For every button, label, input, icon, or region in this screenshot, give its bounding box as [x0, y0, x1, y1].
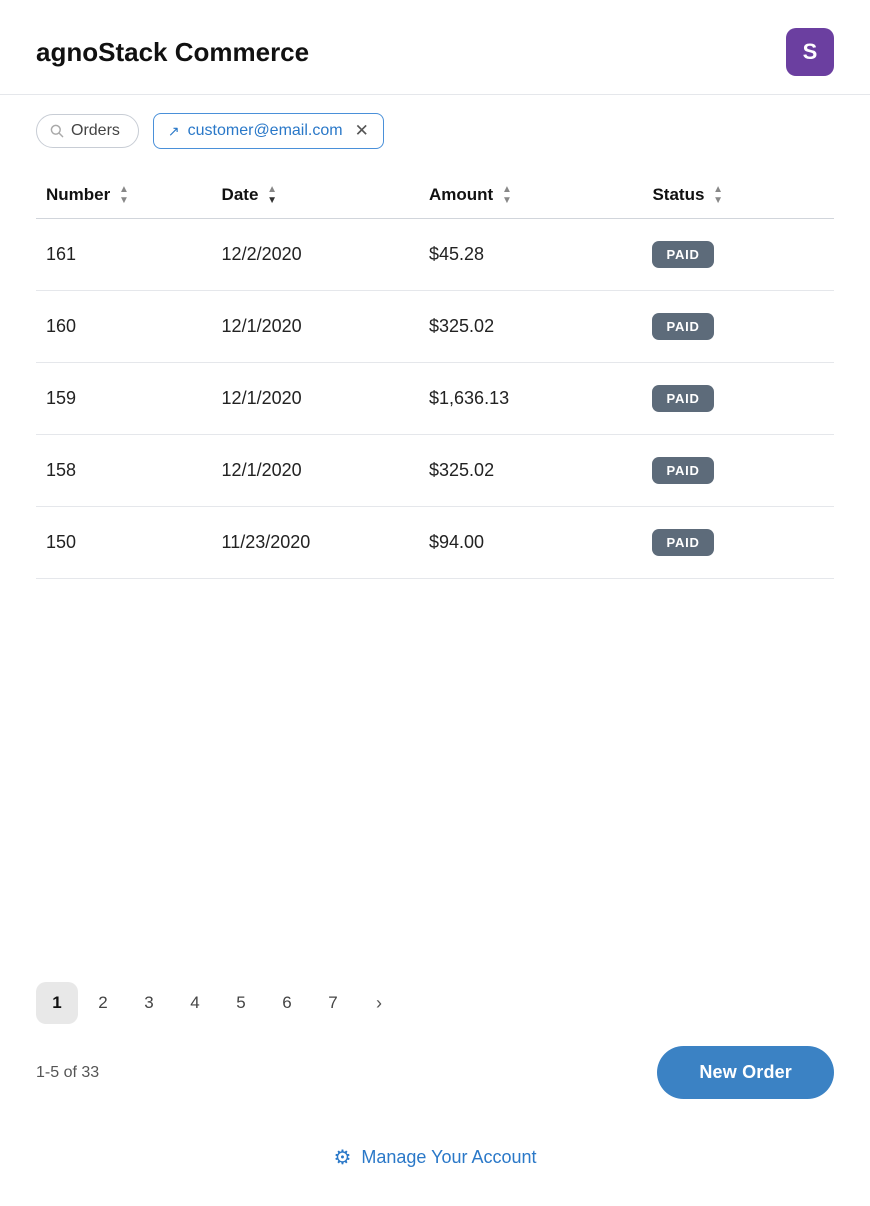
cell-date: 12/1/2020 — [212, 363, 419, 435]
table-body: 161 12/2/2020 $45.28 PAID 160 12/1/2020 … — [36, 219, 834, 579]
cell-status: PAID — [642, 291, 834, 363]
status-badge: PAID — [652, 241, 713, 268]
table-row[interactable]: 150 11/23/2020 $94.00 PAID — [36, 507, 834, 579]
table-row[interactable]: 160 12/1/2020 $325.02 PAID — [36, 291, 834, 363]
sort-icon-amount: ▲ ▼ — [502, 185, 512, 206]
page-button-4[interactable]: 4 — [174, 982, 216, 1024]
cell-amount: $94.00 — [419, 507, 642, 579]
manage-account-link[interactable]: Manage Your Account — [361, 1147, 536, 1168]
cell-amount: $325.02 — [419, 291, 642, 363]
cell-date: 12/2/2020 — [212, 219, 419, 291]
page-button-6[interactable]: 6 — [266, 982, 308, 1024]
toolbar: Orders ↗ customer@email.com ✕ — [0, 95, 870, 159]
avatar-letter: S — [803, 39, 818, 65]
results-count: 1-5 of 33 — [36, 1064, 99, 1082]
cell-status: PAID — [642, 219, 834, 291]
sort-icon-number: ▲ ▼ — [119, 185, 129, 206]
table-row[interactable]: 161 12/2/2020 $45.28 PAID — [36, 219, 834, 291]
app-title: agnoStack Commerce — [36, 37, 309, 68]
col-header-status[interactable]: Status ▲ ▼ — [642, 169, 834, 219]
col-header-number[interactable]: Number ▲ ▼ — [36, 169, 212, 219]
cell-number: 159 — [36, 363, 212, 435]
external-link-icon: ↗ — [168, 123, 180, 140]
cell-number: 160 — [36, 291, 212, 363]
search-icon — [49, 123, 65, 139]
status-badge: PAID — [652, 313, 713, 340]
customer-email-pill[interactable]: ↗ customer@email.com ✕ — [153, 113, 384, 149]
manage-account-section: ⚙ Manage Your Account — [0, 1121, 870, 1206]
cell-status: PAID — [642, 507, 834, 579]
app-container: agnoStack Commerce S Orders ↗ customer@e… — [0, 0, 870, 1206]
status-badge: PAID — [652, 529, 713, 556]
search-label: Orders — [71, 122, 120, 140]
page-button-3[interactable]: 3 — [128, 982, 170, 1024]
col-header-date[interactable]: Date ▲ ▼ — [212, 169, 419, 219]
sort-icon-date: ▲ ▼ — [267, 185, 277, 206]
page-button-1[interactable]: 1 — [36, 982, 78, 1024]
close-icon[interactable]: ✕ — [355, 121, 369, 141]
page-button-2[interactable]: 2 — [82, 982, 124, 1024]
status-badge: PAID — [652, 457, 713, 484]
page-button-7[interactable]: 7 — [312, 982, 354, 1024]
sort-icon-status: ▲ ▼ — [713, 185, 723, 206]
status-badge: PAID — [652, 385, 713, 412]
footer-row: 1-5 of 33 New Order — [0, 1032, 870, 1121]
pagination-next-button[interactable]: › — [358, 982, 400, 1024]
col-header-amount[interactable]: Amount ▲ ▼ — [419, 169, 642, 219]
cell-amount: $1,636.13 — [419, 363, 642, 435]
cell-status: PAID — [642, 363, 834, 435]
page-button-5[interactable]: 5 — [220, 982, 262, 1024]
cell-date: 12/1/2020 — [212, 435, 419, 507]
cell-amount: $325.02 — [419, 435, 642, 507]
cell-number: 150 — [36, 507, 212, 579]
table-row[interactable]: 158 12/1/2020 $325.02 PAID — [36, 435, 834, 507]
pagination: 1234567› — [0, 964, 870, 1032]
cell-status: PAID — [642, 435, 834, 507]
cell-date: 12/1/2020 — [212, 291, 419, 363]
gear-icon: ⚙ — [333, 1145, 351, 1170]
new-order-button[interactable]: New Order — [657, 1046, 834, 1099]
cell-number: 158 — [36, 435, 212, 507]
cell-number: 161 — [36, 219, 212, 291]
orders-table-container: Number ▲ ▼ Date ▲ ▼ Amou — [0, 159, 870, 964]
avatar[interactable]: S — [786, 28, 834, 76]
orders-table: Number ▲ ▼ Date ▲ ▼ Amou — [36, 169, 834, 579]
header: agnoStack Commerce S — [0, 0, 870, 95]
customer-email-text: customer@email.com — [188, 122, 343, 140]
table-row[interactable]: 159 12/1/2020 $1,636.13 PAID — [36, 363, 834, 435]
table-header: Number ▲ ▼ Date ▲ ▼ Amou — [36, 169, 834, 219]
cell-amount: $45.28 — [419, 219, 642, 291]
search-orders-pill[interactable]: Orders — [36, 114, 139, 148]
cell-date: 11/23/2020 — [212, 507, 419, 579]
